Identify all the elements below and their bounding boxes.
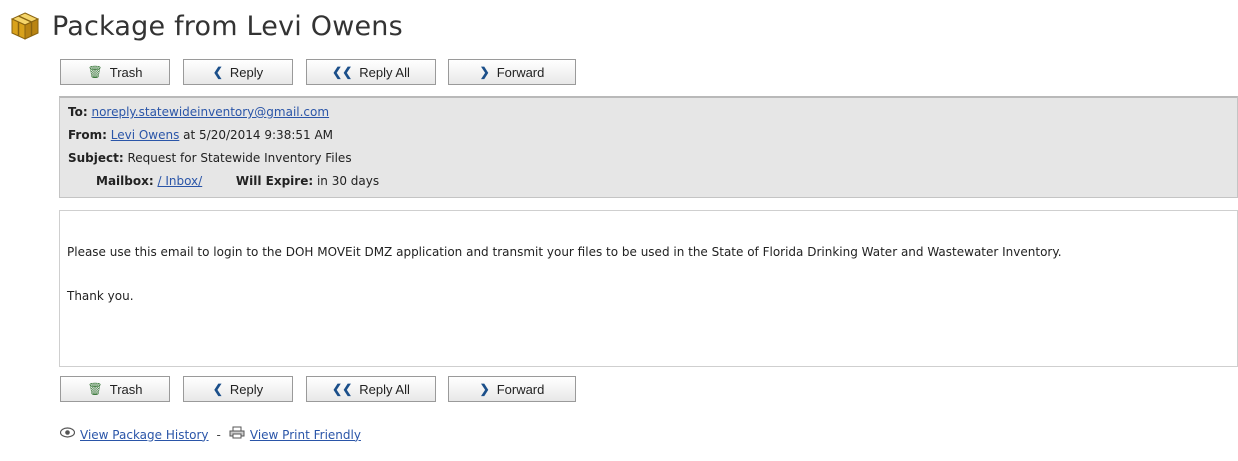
forward-button-bottom[interactable]: ❯ Forward xyxy=(448,376,576,402)
package-box-icon xyxy=(10,11,40,41)
page-title: Package from Levi Owens xyxy=(52,10,403,42)
reply-all-button[interactable]: ❮❮ Reply All xyxy=(306,59,436,85)
forward-arrow-icon: ❯ xyxy=(479,382,490,396)
subject-line: Subject: Request for Statewide Inventory… xyxy=(68,151,352,165)
message-header: To: noreply.statewideinventory@gmail.com… xyxy=(59,96,1238,198)
forward-button-label: Forward xyxy=(496,381,545,397)
page: Package from Levi Owens 🗑 Trash ❮ Reply … xyxy=(0,0,1238,461)
subject-value: Request for Statewide Inventory Files xyxy=(123,151,352,165)
expire-label: Will Expire: xyxy=(235,174,314,188)
title-row: Package from Levi Owens xyxy=(10,6,403,46)
from-label: From: xyxy=(68,128,107,142)
history-eye-icon xyxy=(59,427,76,442)
reply-button-label: Reply xyxy=(229,64,264,80)
reply-arrow-icon: ❮ xyxy=(212,65,223,79)
reply-arrow-icon: ❮ xyxy=(212,382,223,396)
body-paragraph: Please use this email to login to the DO… xyxy=(67,245,1062,259)
to-address-link[interactable]: noreply.statewideinventory@gmail.com xyxy=(91,105,329,119)
forward-button-label: Forward xyxy=(496,64,545,80)
trash-button-label: Trash xyxy=(109,64,143,80)
reply-all-button-label: Reply All xyxy=(359,64,410,80)
trash-icon: 🗑 xyxy=(87,382,103,396)
expire-value: in 30 days xyxy=(313,174,380,188)
trash-icon: 🗑 xyxy=(87,65,103,79)
footer-links: View Package History - View Print Friend… xyxy=(59,426,361,443)
to-line: To: noreply.statewideinventory@gmail.com xyxy=(68,105,329,119)
reply-all-arrow-icon: ❮❮ xyxy=(332,382,353,396)
forward-button[interactable]: ❯ Forward xyxy=(448,59,576,85)
reply-button-bottom[interactable]: ❮ Reply xyxy=(183,376,293,402)
forward-arrow-icon: ❯ xyxy=(479,65,490,79)
reply-button[interactable]: ❮ Reply xyxy=(183,59,293,85)
mailbox-link[interactable]: / Inbox/ xyxy=(157,174,202,188)
sender-name-link[interactable]: Levi Owens xyxy=(111,128,180,142)
to-label: To: xyxy=(68,105,88,119)
reply-all-button-bottom[interactable]: ❮❮ Reply All xyxy=(306,376,436,402)
sent-timestamp: at 5/20/2014 9:38:51 AM xyxy=(179,128,334,142)
footer-separator: - xyxy=(216,427,221,442)
trash-button[interactable]: 🗑 Trash xyxy=(60,59,170,85)
reply-all-arrow-icon: ❮❮ xyxy=(332,65,353,79)
reply-all-button-label: Reply All xyxy=(359,381,410,397)
view-package-history-link[interactable]: View Package History xyxy=(80,428,209,442)
subject-label: Subject: xyxy=(68,151,124,165)
from-line: From: Levi Owens at 5/20/2014 9:38:51 AM xyxy=(68,128,333,142)
message-body: Please use this email to login to the DO… xyxy=(59,210,1238,367)
mailbox-label: Mailbox: xyxy=(96,174,154,188)
trash-button-label: Trash xyxy=(109,381,143,397)
trash-button-bottom[interactable]: 🗑 Trash xyxy=(60,376,170,402)
view-print-friendly-link[interactable]: View Print Friendly xyxy=(250,428,361,442)
mailbox-line: Mailbox: / Inbox/ Will Expire: in 30 day… xyxy=(96,174,379,188)
reply-button-label: Reply xyxy=(229,381,264,397)
printer-icon xyxy=(229,426,245,443)
body-signoff: Thank you. xyxy=(67,289,134,303)
